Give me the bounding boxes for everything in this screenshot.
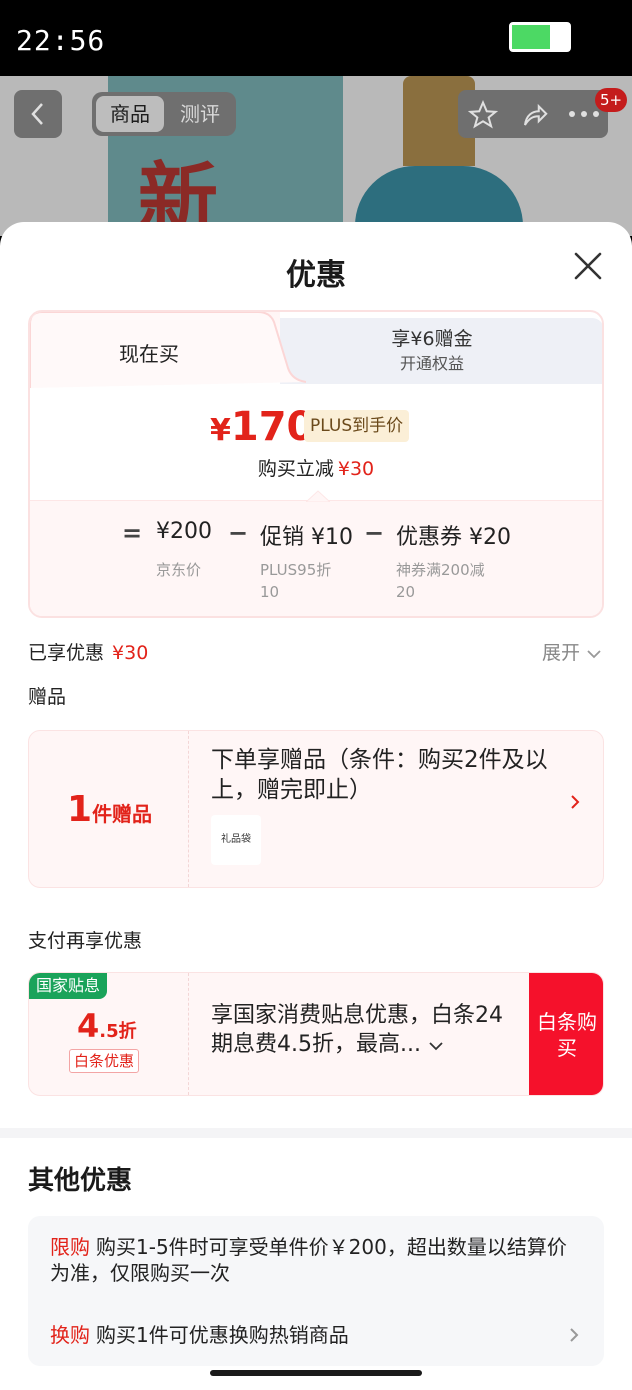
section-divider: [0, 1128, 632, 1138]
enjoyed-discount-label: 已享优惠: [28, 642, 105, 664]
breakdown-jd-price-label: 京东价: [156, 561, 202, 579]
baitiao-buy-button[interactable]: 白条购买: [529, 973, 603, 1095]
discount-rate-unit: .5折: [99, 1021, 137, 1042]
breakdown-operator: −: [228, 519, 249, 547]
price-symbol: ¥: [210, 413, 231, 448]
home-indicator[interactable]: [210, 1370, 422, 1376]
breakdown-promotion-sub: 10: [260, 583, 280, 601]
breakdown-coupon-label: 神券满200减: [396, 561, 485, 579]
tab-plus-benefit[interactable]: 享¥6赠金 开通权益: [260, 318, 602, 384]
gift-thumbnail[interactable]: 礼品袋: [211, 815, 261, 865]
payment-discount-card: 国家贴息 4.5折 白条优惠 享国家消费贴息优惠，白条24期息费4.5折，最高.…: [28, 972, 604, 1096]
baitiao-tag: 白条优惠: [69, 1049, 140, 1073]
star-icon[interactable]: [468, 100, 498, 130]
breakdown-jd-price: ¥200: [156, 519, 212, 544]
trade-in-text: 购买1件可优惠换购热销商品: [96, 1323, 349, 1347]
breakdown-promotion: 促销 ¥10: [260, 525, 353, 550]
national-subsidy-tag: 国家贴息: [29, 973, 108, 999]
gift-count-unit: 件赠品: [92, 802, 153, 826]
enjoyed-discount: 已享优惠 ¥30: [28, 638, 148, 665]
breakdown-promotion-label: PLUS95折: [260, 561, 332, 579]
product-nav-tabs: 商品 测评: [92, 92, 236, 136]
share-icon[interactable]: [520, 100, 550, 130]
breakdown-coupon: 优惠券 ¥20: [396, 525, 511, 550]
tab-review[interactable]: 测评: [166, 96, 234, 132]
breakdown-operator: =: [122, 519, 143, 547]
gift-count-number: 1: [67, 789, 93, 830]
list-item: 限购 购买1-5件时可享受单件价￥200，超出数量以结算价为准，仅限购买一次: [50, 1234, 570, 1286]
chevron-down-icon: [429, 1042, 443, 1051]
close-icon: [574, 252, 602, 280]
payment-discount-text: 享国家消费贴息优惠，白条24期息费4.5折，最高...: [211, 1003, 503, 1057]
product-page-background: 新 商品 测评 5+: [0, 76, 632, 236]
instant-discount-label: 购买立减: [257, 458, 334, 480]
chevron-down-icon: [587, 650, 601, 659]
pay-section-label: 支付再享优惠: [28, 930, 143, 952]
breakdown-operator: −: [364, 519, 385, 547]
battery-icon: [509, 22, 571, 52]
discount-rate: 4.5折: [77, 1007, 137, 1045]
status-bar: 22:56: [0, 0, 632, 76]
final-price: ¥170: [210, 404, 314, 450]
breakdown-coupon-sub: 20: [396, 583, 416, 601]
price-value: 170: [230, 404, 315, 450]
chevron-left-icon: [31, 103, 43, 125]
instant-discount-value: ¥30: [337, 458, 375, 480]
more-icon[interactable]: [568, 108, 600, 120]
expand-label: 展开: [542, 642, 581, 664]
tab-buy-now[interactable]: 现在买: [30, 312, 306, 388]
purchase-limit-tag: 限购: [50, 1235, 90, 1259]
list-item[interactable]: 换购 购买1件可优惠换购热销商品: [50, 1322, 570, 1348]
gift-description: 下单享赠品（条件：购买2件及以上，赠完即止）: [211, 747, 548, 803]
sheet-title: 优惠: [286, 258, 346, 293]
gift-section-label: 赠品: [28, 686, 67, 708]
gift-count: 1件赠品: [67, 789, 152, 830]
expand-button[interactable]: 展开: [542, 638, 602, 665]
product-logo-text: 新: [138, 153, 218, 236]
discount-rate-value: 4: [77, 1007, 100, 1045]
price-breakdown: = ¥200 京东价 − 促销 ¥10 PLUS95折 10 − 优惠券 ¥20…: [30, 490, 602, 616]
tab-plus-benefit-title: 享¥6赠金: [391, 328, 473, 350]
chevron-right-icon[interactable]: [568, 1326, 580, 1344]
purchase-limit-text: 购买1-5件时可享受单件价￥200，超出数量以结算价为准，仅限购买一次: [50, 1235, 567, 1285]
product-nav-actions: [458, 90, 608, 138]
chevron-right-icon: [571, 795, 580, 809]
tab-product[interactable]: 商品: [96, 96, 164, 132]
price-card: 享¥6赠金 开通权益 现在买 ¥170 PLUS到手价 购买立减 ¥30 = ¥2…: [28, 310, 604, 618]
message-count-badge: 5+: [595, 88, 628, 112]
other-discounts-title: 其他优惠: [28, 1166, 133, 1196]
instant-discount: 购买立减 ¥30: [30, 454, 602, 481]
gift-card[interactable]: 1件赠品 下单享赠品（条件：购买2件及以上，赠完即止） 礼品袋: [28, 730, 604, 888]
tab-buy-now-label: 现在买: [119, 342, 179, 366]
close-button[interactable]: [570, 248, 606, 284]
payment-discount-description[interactable]: 享国家消费贴息优惠，白条24期息费4.5折，最高...: [211, 1001, 521, 1059]
plus-price-tag: PLUS到手价: [304, 410, 410, 442]
tab-plus-benefit-subtitle: 开通权益: [399, 354, 464, 373]
enjoyed-discount-value: ¥30: [112, 642, 149, 664]
discount-sheet: 优惠 享¥6赠金 开通权益 现在买 ¥170 PLUS到手价 购买立减 ¥30 =…: [0, 222, 632, 1390]
back-button[interactable]: [14, 90, 62, 138]
trade-in-tag: 换购: [50, 1323, 90, 1347]
status-time: 22:56: [16, 24, 106, 57]
other-discounts-list: 限购 购买1-5件时可享受单件价￥200，超出数量以结算价为准，仅限购买一次 换购…: [28, 1216, 604, 1366]
